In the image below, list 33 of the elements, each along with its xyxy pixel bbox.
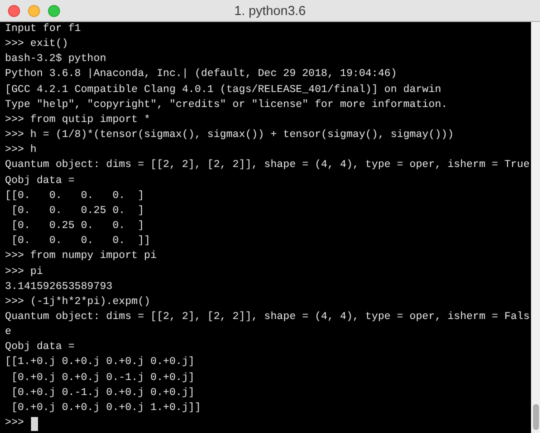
terminal-line: [0. 0.25 0. 0. ] <box>10 219 144 234</box>
terminal-line: e <box>5 325 12 340</box>
scrollbar-thumb[interactable] <box>532 404 538 430</box>
terminal-line: >>> from numpy import pi <box>5 249 157 264</box>
terminal-line: >>> h = (1/8)*(tensor(sigmax(), sigmax()) + tensor(sigmay(), sigmay())) <box>5 128 454 144</box>
terminal-line: [0.+0.j 0.-1.j 0.+0.j 0.+0.j] <box>10 386 195 401</box>
text-cursor <box>30 416 38 431</box>
terminal-line: Quantum object: dims = [[2, 2], [2, 2]], shape = (4, 4), type = oper, isherm = Fals <box>5 310 530 325</box>
terminal-line: [0.+0.j 0.+0.j 0.+0.j 1.+0.j]] <box>10 400 201 416</box>
terminal-line: Qobj data = <box>5 174 75 189</box>
terminal-line: >>> from qutip import * <box>5 112 150 128</box>
terminal-line: Type "help", "copyright", "credits" or "license" for more information. <box>5 98 448 113</box>
terminal-line: >>> pi <box>5 264 43 280</box>
terminal-line: [0. 0. 0.25 0. ] <box>10 204 144 219</box>
terminal-line: >>> (-1j*h*2*pi).expm() <box>5 294 150 310</box>
close-button[interactable] <box>8 5 20 17</box>
terminal-line: >>> h <box>5 143 37 158</box>
terminal-line: [[0. 0. 0. 0. ] <box>5 188 144 204</box>
terminal-line: Quantum object: dims = [[2, 2], [2, 2]], shape = (4, 4), type = oper, isherm = True <box>5 158 530 174</box>
terminal-line: [GCC 4.2.1 Compatible Clang 4.0.1 (tags/RELEASE_401/final)] on darwin <box>5 82 442 98</box>
terminal-line: Input for f1 <box>5 22 81 37</box>
terminal-line: >>> exit() <box>5 37 68 52</box>
zoom-button[interactable] <box>48 5 60 17</box>
terminal-line: Qobj data = <box>5 340 75 356</box>
terminal-line: [0. 0. 0. 0. ]] <box>10 234 150 250</box>
terminal-line: 3.141592653589793 <box>5 280 112 295</box>
prompt: >>> <box>5 416 24 432</box>
minimize-button[interactable] <box>28 5 40 17</box>
terminal-line: [[1.+0.j 0.+0.j 0.+0.j 0.+0.j] <box>5 355 195 370</box>
window-title: 1. python3.6 <box>234 2 306 20</box>
terminal-line: [0.+0.j 0.+0.j 0.-1.j 0.+0.j] <box>10 370 195 386</box>
terminal-line: Python 3.6.8 |Anaconda, Inc.| (default, Dec 29 2018, 19:04:46) <box>5 67 397 82</box>
terminal-line: bash-3.2$ python <box>5 52 106 68</box>
